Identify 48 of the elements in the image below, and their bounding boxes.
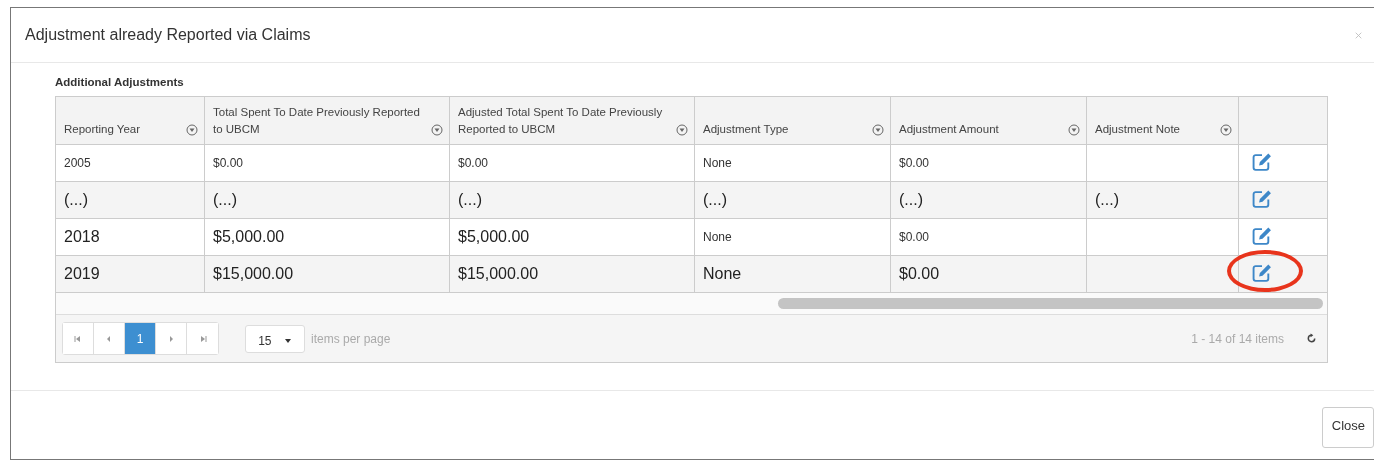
section-title: Additional Adjustments [55, 76, 185, 88]
skip-icon [198, 334, 207, 343]
table-cell: $0.00 [204, 144, 450, 182]
column-header[interactable]: Adjustment Amount [899, 121, 999, 138]
filter-icon[interactable] [676, 124, 688, 136]
triangle-icon [167, 334, 175, 343]
table-cell: $15,000.00 [449, 255, 695, 293]
table-cell: $0.00 [890, 218, 1087, 256]
table-cell: $5,000.00 [204, 218, 450, 256]
table-cell: (...) [694, 181, 891, 219]
table-cell: 2019 [56, 255, 205, 293]
table-cell: (...) [890, 181, 1087, 219]
filter-icon[interactable] [431, 124, 443, 136]
table-cell: (...) [204, 181, 450, 219]
column-header[interactable]: Adjustment Note [1095, 121, 1180, 138]
filter-icon[interactable] [1068, 124, 1080, 136]
table-cell: $5,000.00 [449, 218, 695, 256]
table-cell: (...) [56, 181, 205, 219]
skip-icon [74, 334, 82, 343]
table-cell: None [694, 218, 891, 256]
edit-icon[interactable] [1251, 188, 1273, 209]
table-cell: $15,000.00 [204, 255, 450, 293]
table-cell: (...) [1086, 181, 1239, 219]
items-per-page-label: items per page [311, 331, 391, 346]
caret-icon [283, 337, 292, 344]
edit-icon[interactable] [1251, 151, 1273, 172]
pager-summary: 1 - 14 of 14 items [1191, 331, 1284, 346]
triangle-icon [105, 334, 113, 343]
page-size-dropdown[interactable]: 15 [245, 324, 305, 353]
table-cell: (...) [449, 181, 695, 219]
filter-icon[interactable] [1220, 124, 1232, 136]
table-cell: 2018 [56, 218, 205, 256]
edit-icon[interactable] [1251, 225, 1273, 246]
table-cell: None [694, 255, 891, 293]
scrollbar-thumb[interactable] [778, 298, 1323, 309]
table-cell: $0.00 [890, 255, 1087, 293]
table-cell: $0.00 [890, 144, 1087, 182]
refresh-icon[interactable] [1306, 333, 1317, 344]
table-cell: 2005 [56, 144, 205, 182]
filter-icon[interactable] [872, 124, 884, 136]
column-header[interactable]: Reporting Year [64, 121, 141, 138]
close-button[interactable]: Close [1321, 407, 1374, 448]
table-cell: None [694, 144, 891, 182]
filter-icon[interactable] [186, 124, 198, 136]
column-header[interactable]: Adjustment Type [703, 121, 789, 138]
table-cell: $0.00 [449, 144, 695, 182]
dialog-title: Adjustment already Reported via Claims [25, 26, 312, 44]
edit-icon[interactable] [1251, 262, 1273, 283]
